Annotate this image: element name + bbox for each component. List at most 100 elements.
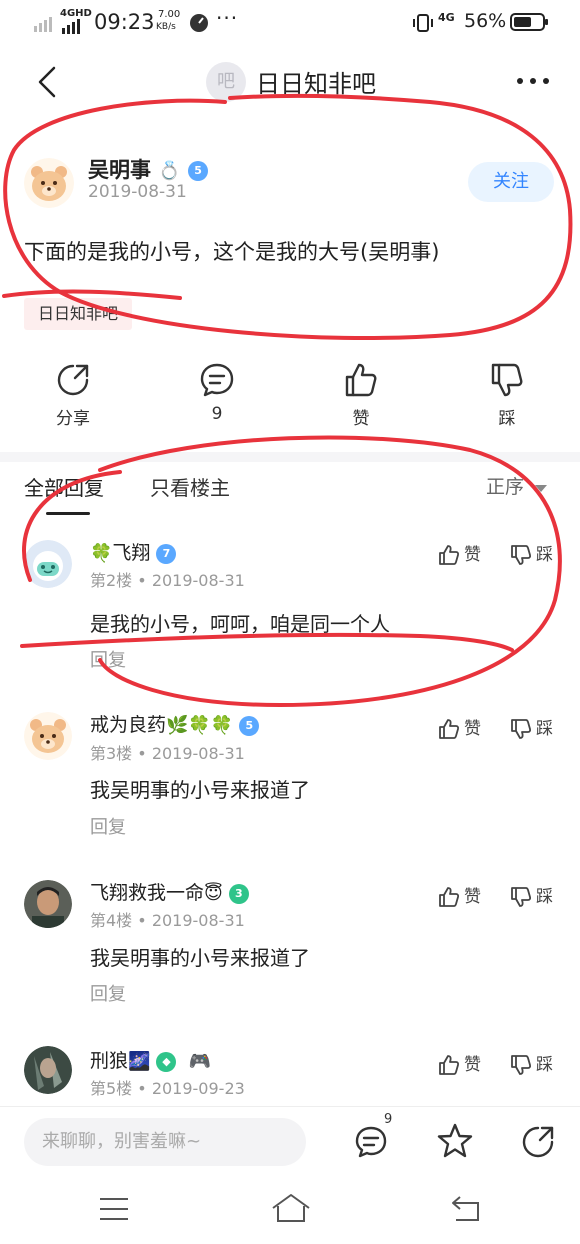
thumbs-down-icon — [511, 719, 532, 739]
reply-button[interactable]: 回复 — [90, 813, 126, 839]
comment-meta: 第5楼 • 2019-09-23 — [90, 1075, 245, 1099]
meta-dot: • — [137, 744, 152, 763]
post-date: 2019-08-31 — [88, 182, 187, 202]
comment-text: 我吴明事的小号来报道了 — [90, 946, 310, 970]
commenter-avatar[interactable] — [24, 880, 72, 928]
ring-icon: 💍 — [158, 160, 181, 182]
commenter-name-text: 飞翔救我一命 — [90, 882, 205, 904]
return-icon[interactable] — [450, 1194, 484, 1224]
meta-dot: • — [137, 1079, 152, 1098]
more-dots-icon — [517, 78, 549, 84]
menu-icon[interactable] — [98, 1196, 130, 1222]
halo-smile-icon: 😇 — [204, 883, 223, 904]
thumbs-up-icon — [439, 545, 460, 565]
dislike-label: 踩 — [536, 1055, 553, 1075]
share-button[interactable]: 分享 — [28, 362, 118, 429]
commenter-name[interactable]: 🍀飞翔 7 — [90, 538, 177, 565]
like-label: 赞 — [464, 719, 481, 739]
back-button[interactable] — [30, 60, 66, 104]
comment-count-badge: 9 — [384, 1112, 393, 1127]
thumbs-up-icon — [439, 719, 460, 739]
commenter-avatar[interactable] — [24, 540, 72, 588]
caret-down-icon — [535, 484, 548, 492]
photo-avatar-icon — [24, 880, 72, 928]
level-badge: 7 — [156, 543, 177, 564]
dislike-label: 踩 — [498, 409, 516, 429]
back-arrow-icon — [38, 66, 56, 98]
comment-input[interactable]: 来聊聊，别害羞嘛~ — [24, 1118, 306, 1166]
share-label: 分享 — [56, 409, 90, 429]
level-badge: 5 — [239, 715, 260, 736]
like-label: 赞 — [464, 887, 481, 907]
tab-indicator — [46, 512, 90, 515]
post-content: 下面的是我的小号，这个是我的大号(吴明事) — [24, 240, 440, 264]
comment-like-button[interactable]: 赞 — [438, 882, 481, 908]
comment-dislike-button[interactable]: 踩 — [510, 714, 553, 740]
like-label: 赞 — [464, 545, 481, 565]
comment-floor: 第3楼 — [90, 744, 133, 763]
comment-date: 2019-09-23 — [151, 1079, 245, 1098]
comment-date: 2019-08-31 — [151, 571, 245, 590]
robot-avatar-icon — [24, 540, 72, 588]
clover-icon: 🍀 — [90, 543, 113, 564]
author-avatar[interactable] — [24, 158, 74, 208]
section-divider — [0, 452, 580, 462]
comment-text: 我吴明事的小号来报道了 — [90, 778, 310, 802]
more-button[interactable] — [516, 66, 550, 96]
net-speed-unit: KB/s — [156, 22, 176, 32]
sort-toggle[interactable]: 正序 — [486, 472, 548, 499]
forum-tag[interactable]: 日日知非吧 — [24, 298, 133, 330]
gamepad-icon: 🎮 — [188, 1051, 211, 1072]
commenter-name[interactable]: 飞翔救我一命😇 3 — [90, 878, 249, 905]
home-icon[interactable] — [270, 1192, 312, 1224]
battery-percent: 56% — [464, 10, 507, 32]
comment-floor: 第5楼 — [90, 1079, 133, 1098]
forum-avatar[interactable]: 吧 — [206, 62, 246, 102]
commenter-name[interactable]: 刑狼🌌 ◆ 🎮 — [90, 1046, 211, 1073]
comment-icon — [355, 1126, 387, 1158]
share-icon — [522, 1126, 554, 1158]
comment-button[interactable]: 9 — [172, 362, 262, 424]
system-nav-bar — [0, 1176, 580, 1244]
sort-label: 正序 — [486, 476, 525, 498]
photo-avatar-icon — [24, 1046, 72, 1094]
level-badge: 5 — [188, 161, 209, 181]
commenter-name-text: 戒为良药 — [90, 714, 167, 736]
tab-owner-only[interactable]: 只看楼主 — [150, 472, 230, 501]
dislike-button[interactable]: 踩 — [462, 362, 552, 429]
comment-like-button[interactable]: 赞 — [438, 714, 481, 740]
bottom-comment-button[interactable] — [354, 1124, 390, 1160]
thumbs-up-icon — [345, 363, 377, 397]
comment-like-button[interactable]: 赞 — [438, 540, 481, 566]
tab-all-replies[interactable]: 全部回复 — [24, 472, 104, 501]
like-button[interactable]: 赞 — [316, 362, 406, 429]
comment-meta: 第3楼 • 2019-08-31 — [90, 740, 245, 764]
page-title[interactable]: 日日知非吧 — [256, 64, 376, 99]
comment-dislike-button[interactable]: 踩 — [510, 882, 553, 908]
comment-like-button[interactable]: 赞 — [438, 1050, 481, 1076]
comment-dislike-button[interactable]: 踩 — [510, 1050, 553, 1076]
reply-button[interactable]: 回复 — [90, 980, 126, 1006]
level-badge: 3 — [228, 883, 249, 904]
diamond-badge-icon: ◆ — [156, 1051, 177, 1072]
status-time: 09:23 — [94, 10, 155, 34]
commenter-avatar[interactable] — [24, 1046, 72, 1094]
follow-button[interactable]: 关注 — [468, 162, 554, 202]
star-icon — [437, 1123, 473, 1158]
network-type-2: 4G — [438, 11, 455, 24]
thumbs-down-icon — [511, 887, 532, 907]
comment-icon — [200, 363, 234, 397]
comment-dislike-button[interactable]: 踩 — [510, 540, 553, 566]
bear-avatar-icon — [24, 712, 72, 760]
commenter-avatar[interactable] — [24, 712, 72, 760]
commenter-name[interactable]: 戒为良药🌿🍀🍀 5 — [90, 710, 260, 737]
status-bar: 4GHD 09:23 7.00 KB/s ··· 4G 56% — [0, 0, 580, 44]
bottom-share-button[interactable] — [520, 1124, 556, 1160]
vibrate-icon — [413, 14, 433, 32]
reply-button[interactable]: 回复 — [90, 646, 126, 672]
meta-dot: • — [137, 571, 152, 590]
author-name[interactable]: 吴明事 💍 5 — [88, 154, 209, 184]
bear-avatar-icon — [24, 158, 74, 208]
commenter-name-text: 刑狼 — [90, 1050, 129, 1072]
favorite-button[interactable] — [436, 1122, 474, 1160]
